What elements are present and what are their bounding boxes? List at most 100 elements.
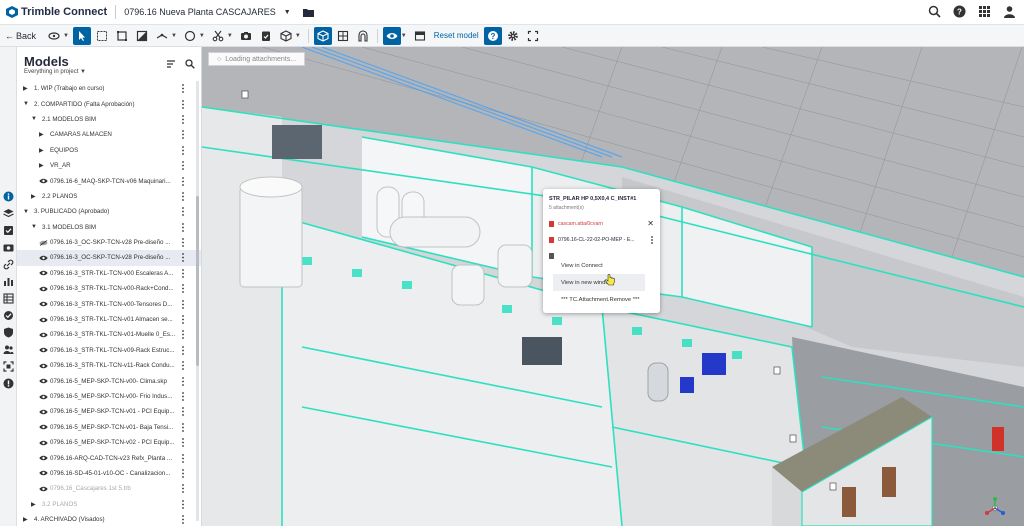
tree-model-row[interactable]: 0796.16-3_STR-TKL-TCN-v00-Rack+Cond... <box>17 281 201 296</box>
search-icon[interactable] <box>928 5 941 18</box>
chevron-down-icon[interactable]: ▼ <box>23 101 29 107</box>
more-options-icon[interactable] <box>182 284 184 294</box>
tree-model-row[interactable]: 0796.16_Cascajares 1st 5.trb <box>17 481 201 496</box>
sort-icon[interactable] <box>166 59 176 69</box>
more-options-icon[interactable] <box>182 222 184 232</box>
eye-icon[interactable] <box>39 470 48 476</box>
tree-model-row[interactable]: 0796.16-3_OC-SKP-TCN-v28 Pre-diseño ... <box>17 250 201 266</box>
more-options-icon[interactable] <box>182 515 184 525</box>
map-view-button[interactable] <box>334 27 352 45</box>
tree-model-row[interactable]: 0796.16-5_MEP-SKP-TCN-v01- Baja Tensi... <box>17 420 201 435</box>
tree-folder-row[interactable]: ▶ 3.2 PLANOS <box>17 497 201 512</box>
scope-filter[interactable]: Everything in project ▼ <box>24 69 86 75</box>
more-options-icon[interactable] <box>182 422 184 432</box>
users-icon[interactable] <box>3 344 14 355</box>
orbit-tool-button[interactable] <box>45 27 63 45</box>
more-options-icon[interactable] <box>182 207 184 217</box>
more-options-icon[interactable] <box>182 130 184 140</box>
more-options-icon[interactable] <box>182 299 184 309</box>
camera-views-icon[interactable] <box>3 242 14 253</box>
layers-icon[interactable] <box>3 208 14 219</box>
tree-model-row[interactable]: 0796.16-SD-45-01-v10-OC - Canalizacion..… <box>17 466 201 481</box>
more-options-icon[interactable] <box>182 99 184 109</box>
snapshot-button[interactable] <box>237 27 255 45</box>
eye-icon[interactable] <box>39 332 48 338</box>
bars-chart-icon[interactable] <box>3 276 14 287</box>
eye-icon[interactable] <box>39 286 48 292</box>
apps-grid-icon[interactable] <box>978 5 991 18</box>
chevron-right-icon[interactable]: ▶ <box>39 147 44 154</box>
more-options-icon[interactable] <box>182 315 184 324</box>
clash-check-icon[interactable] <box>3 310 14 321</box>
select-tool-button[interactable] <box>72 26 91 45</box>
eye-icon[interactable] <box>39 301 48 307</box>
visibility-dropdown-icon[interactable]: ▼ <box>401 33 407 39</box>
eye-icon[interactable] <box>39 424 48 430</box>
table-icon[interactable] <box>3 293 14 304</box>
eye-off-icon[interactable] <box>39 239 48 246</box>
tree-model-row[interactable]: 0796.16-3_OC-SKP-TCN-v28 Pre-diseño ... <box>17 235 201 250</box>
more-options-icon[interactable] <box>182 361 184 371</box>
eye-icon[interactable] <box>39 394 48 400</box>
tree-model-row[interactable]: 0796.16-3_STR-TKL-TCN-v01-Muelle 0_Es... <box>17 327 201 342</box>
eye-icon[interactable] <box>39 178 48 184</box>
tree-folder-row[interactable]: ▼ 3. PUBLICADO (Aprobado) <box>17 204 201 219</box>
attachment-link[interactable]: cascam.atta/0cvarn <box>549 221 603 227</box>
view-in-connect-item[interactable]: View in Connect <box>553 257 645 274</box>
chevron-down-icon[interactable]: ▼ <box>31 116 37 122</box>
object-cube-button[interactable] <box>277 27 295 45</box>
scan-frame-icon[interactable] <box>3 361 14 372</box>
render-mode-button[interactable] <box>411 27 429 45</box>
link-icon[interactable] <box>3 259 14 270</box>
tree-model-row[interactable]: 0796.16-6_MAQ-SKP-TCN-v06 Maquinari... <box>17 173 201 188</box>
tree-model-row[interactable]: 0796.16-3_STR-TKL-TCN-v11-Rack Condu... <box>17 358 201 373</box>
orbit-dropdown-icon[interactable]: ▼ <box>63 33 69 39</box>
fullscreen-button[interactable] <box>524 27 542 45</box>
shape-dropdown-icon[interactable]: ▼ <box>199 33 205 39</box>
tree-folder-row[interactable]: ▼ 3.1 MODELOS BIM <box>17 220 201 235</box>
attachment-file[interactable]: 0796.16-CL-22-02-PO-MEP - E... <box>549 237 635 243</box>
cut-dropdown-icon[interactable]: ▼ <box>227 33 233 39</box>
tree-model-row[interactable]: 0796.16-5_MEP-SKP-TCN-v00- Frio Indus... <box>17 389 201 404</box>
more-options-icon[interactable] <box>182 484 184 494</box>
eye-icon[interactable] <box>39 378 48 384</box>
tree-folder-row[interactable]: ▶ EQUIPOS <box>17 143 201 158</box>
home-view-button[interactable] <box>354 27 372 45</box>
more-options-icon[interactable] <box>182 192 184 201</box>
more-options-icon[interactable] <box>182 407 184 417</box>
more-options-icon[interactable] <box>182 176 184 186</box>
eye-icon[interactable] <box>39 440 48 446</box>
cube-dropdown-icon[interactable]: ▼ <box>295 33 301 39</box>
alert-icon[interactable] <box>3 378 14 389</box>
markup-shape-button[interactable] <box>181 27 199 45</box>
tree-folder-row[interactable]: ▶ 2.2 PLANOS <box>17 189 201 204</box>
3d-viewport[interactable]: ○ Loading attachments... STR_PILAR HP 0,5… <box>202 47 1024 526</box>
measure-tool-button[interactable] <box>153 27 171 45</box>
chevron-right-icon[interactable]: ▶ <box>39 162 44 169</box>
measure-dropdown-icon[interactable]: ▼ <box>171 33 177 39</box>
box-select-button[interactable] <box>93 27 111 45</box>
eye-icon[interactable] <box>39 317 48 323</box>
more-options-icon[interactable] <box>182 238 184 247</box>
tree-model-row[interactable]: 0796.16-3_STR-TKL-TCN-v01 Almacen se... <box>17 312 201 327</box>
chevron-right-icon[interactable]: ▶ <box>31 501 36 508</box>
section-plane-button[interactable] <box>133 27 151 45</box>
more-options-icon[interactable] <box>182 453 184 463</box>
chevron-right-icon[interactable]: ▶ <box>23 516 28 523</box>
tree-model-row[interactable]: 0796.16-3_STR-TKL-TCN-v00-Tensores D... <box>17 296 201 311</box>
more-options-icon[interactable] <box>182 84 184 94</box>
eye-icon[interactable] <box>39 455 48 461</box>
more-options-icon[interactable] <box>182 438 184 448</box>
project-dropdown-icon[interactable]: ▼ <box>284 9 291 16</box>
more-options-icon[interactable] <box>182 469 184 478</box>
eye-icon[interactable] <box>39 409 48 415</box>
eye-icon[interactable] <box>39 486 48 492</box>
visibility-button[interactable] <box>382 26 401 45</box>
panel-scrollbar[interactable] <box>196 81 199 521</box>
chevron-right-icon[interactable]: ▶ <box>23 85 28 92</box>
tree-model-row[interactable]: 0796.16-ARQ-CAD-TCN-v23 Refx_Planta ... <box>17 450 201 465</box>
more-options-icon[interactable] <box>651 236 653 244</box>
reset-model-button[interactable]: Reset model <box>434 31 479 40</box>
tree-model-row[interactable]: 0796.16-3_STR-TKL-TCN-v00 Escaleras A... <box>17 266 201 281</box>
chevron-right-icon[interactable]: ▶ <box>39 131 44 138</box>
